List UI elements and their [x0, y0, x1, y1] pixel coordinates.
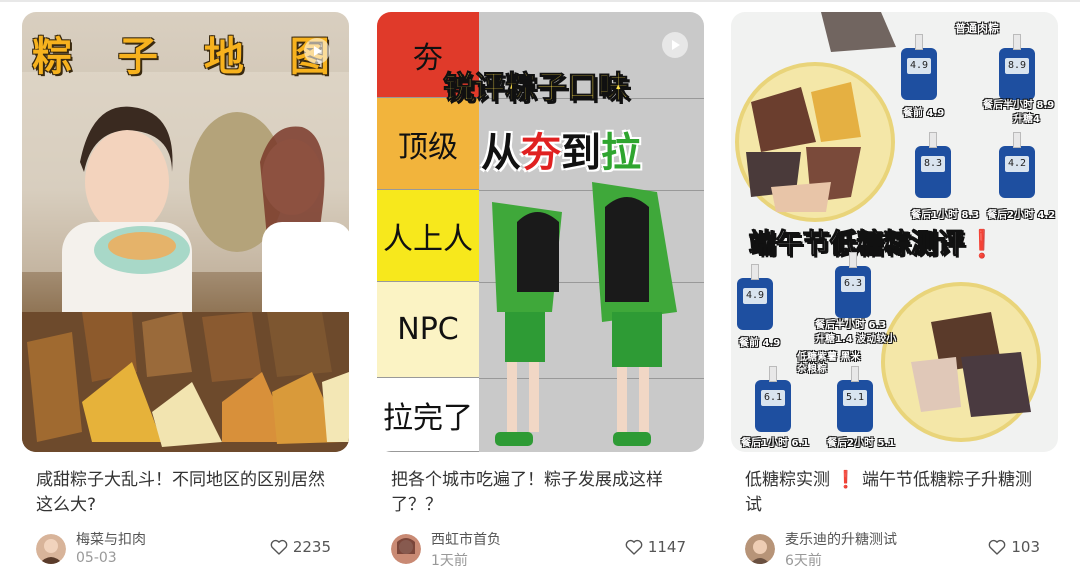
- heart-icon: [625, 539, 643, 555]
- like-count: 103: [1011, 538, 1040, 556]
- note-cover-2[interactable]: 夯 顶级 人上人 NPC 拉完了 锐评粽子口味 从夯到拉: [377, 12, 704, 452]
- post-date: 1天前: [431, 553, 468, 569]
- top-divider: [0, 0, 1080, 2]
- glucose-meter: 8.9: [999, 34, 1035, 100]
- glucose-meter: 6.1: [755, 366, 791, 432]
- reading-label: 餐后半小时 6.3: [815, 320, 887, 331]
- like-button[interactable]: 1147: [625, 538, 686, 556]
- play-icon[interactable]: [662, 32, 688, 58]
- note-footer: 梅菜与扣肉 05-03 2235: [36, 524, 339, 574]
- reading-label: 餐后1小时 8.3: [911, 210, 980, 221]
- glucose-meter: 4.2: [999, 132, 1035, 198]
- subheadline-part: 到: [561, 130, 601, 176]
- like-button[interactable]: 2235: [270, 538, 331, 556]
- reading-label: 餐后2小时 5.1: [827, 438, 896, 449]
- note-cover-3[interactable]: 普通肉粽 4.9 8.9 餐前 4.9 餐后半小时 8.9 升糖4 8.3 4.…: [731, 12, 1058, 452]
- author-name[interactable]: 西虹市首负: [431, 529, 501, 549]
- note-card-3[interactable]: 普通肉粽 4.9 8.9 餐前 4.9 餐后半小时 8.9 升糖4 8.3 4.…: [731, 12, 1058, 580]
- reading-label: 餐后2小时 4.2: [987, 210, 1056, 221]
- note-footer: 西虹市首负 1天前 1147: [391, 524, 694, 574]
- note-footer: 麦乐迪的升糖测试 6天前 103: [745, 524, 1048, 574]
- glucose-meter: 4.9: [737, 264, 773, 330]
- note-title[interactable]: 把各个城市吃遍了！粽子发展成这样了？？: [377, 468, 704, 518]
- note-title[interactable]: 咸甜粽子大乱斗！不同地区的区别居然这么大?: [22, 468, 349, 518]
- like-button[interactable]: 103: [988, 538, 1040, 556]
- avatar[interactable]: [745, 534, 775, 564]
- glucose-meter: 8.3: [915, 132, 951, 198]
- note-card-2[interactable]: 夯 顶级 人上人 NPC 拉完了 锐评粽子口味 从夯到拉 把各个城市吃遍了！粽子…: [377, 12, 704, 580]
- reading-label: 餐前 4.9: [903, 108, 945, 119]
- post-date: 6天前: [785, 553, 822, 569]
- glucose-meter: 5.1: [837, 366, 873, 432]
- like-count: 2235: [292, 538, 331, 556]
- reading-label: 餐前 4.9: [739, 338, 781, 349]
- cover-label: 普通肉粽: [955, 22, 999, 35]
- cover-headline: 锐评粽子口味: [443, 70, 630, 107]
- reading-label: 餐后半小时 8.9: [983, 100, 1055, 111]
- glucose-meter: 6.3: [835, 252, 871, 318]
- note-card-1[interactable]: 粽 子 地 图 咸甜粽子大乱斗！不同地区的区别居然这么大? 梅菜与扣肉 05-0…: [22, 12, 349, 580]
- author-name[interactable]: 梅菜与扣肉: [76, 529, 146, 549]
- avatar[interactable]: [36, 534, 66, 564]
- subheadline-part: 从: [481, 130, 521, 176]
- note-cover-1[interactable]: 粽 子 地 图: [22, 12, 349, 452]
- reading-label: 升糖4: [1013, 114, 1040, 125]
- heart-icon: [270, 539, 288, 555]
- play-icon[interactable]: [304, 38, 330, 64]
- reading-label: 餐后1小时 6.1: [741, 438, 810, 449]
- glucose-meter: 4.9: [901, 34, 937, 100]
- subheadline-part: 拉: [601, 130, 641, 176]
- heart-icon: [988, 539, 1006, 555]
- cover-title: 端午节低糖粽测评❗: [749, 229, 999, 261]
- reading-label: 升糖1.4 波动较小: [815, 334, 897, 345]
- post-date: 05-03: [76, 550, 117, 566]
- author-name[interactable]: 麦乐迪的升糖测试: [785, 529, 897, 549]
- note-title[interactable]: 低糖粽实测 ❗ 端午节低糖粽子升糖测试: [731, 468, 1058, 518]
- cover-banner-text: 粽 子 地 图: [32, 34, 346, 80]
- avatar[interactable]: [391, 534, 421, 564]
- cover-subheadline: 从夯到拉: [481, 120, 641, 178]
- like-count: 1147: [647, 538, 686, 556]
- subheadline-part: 夯: [521, 130, 561, 176]
